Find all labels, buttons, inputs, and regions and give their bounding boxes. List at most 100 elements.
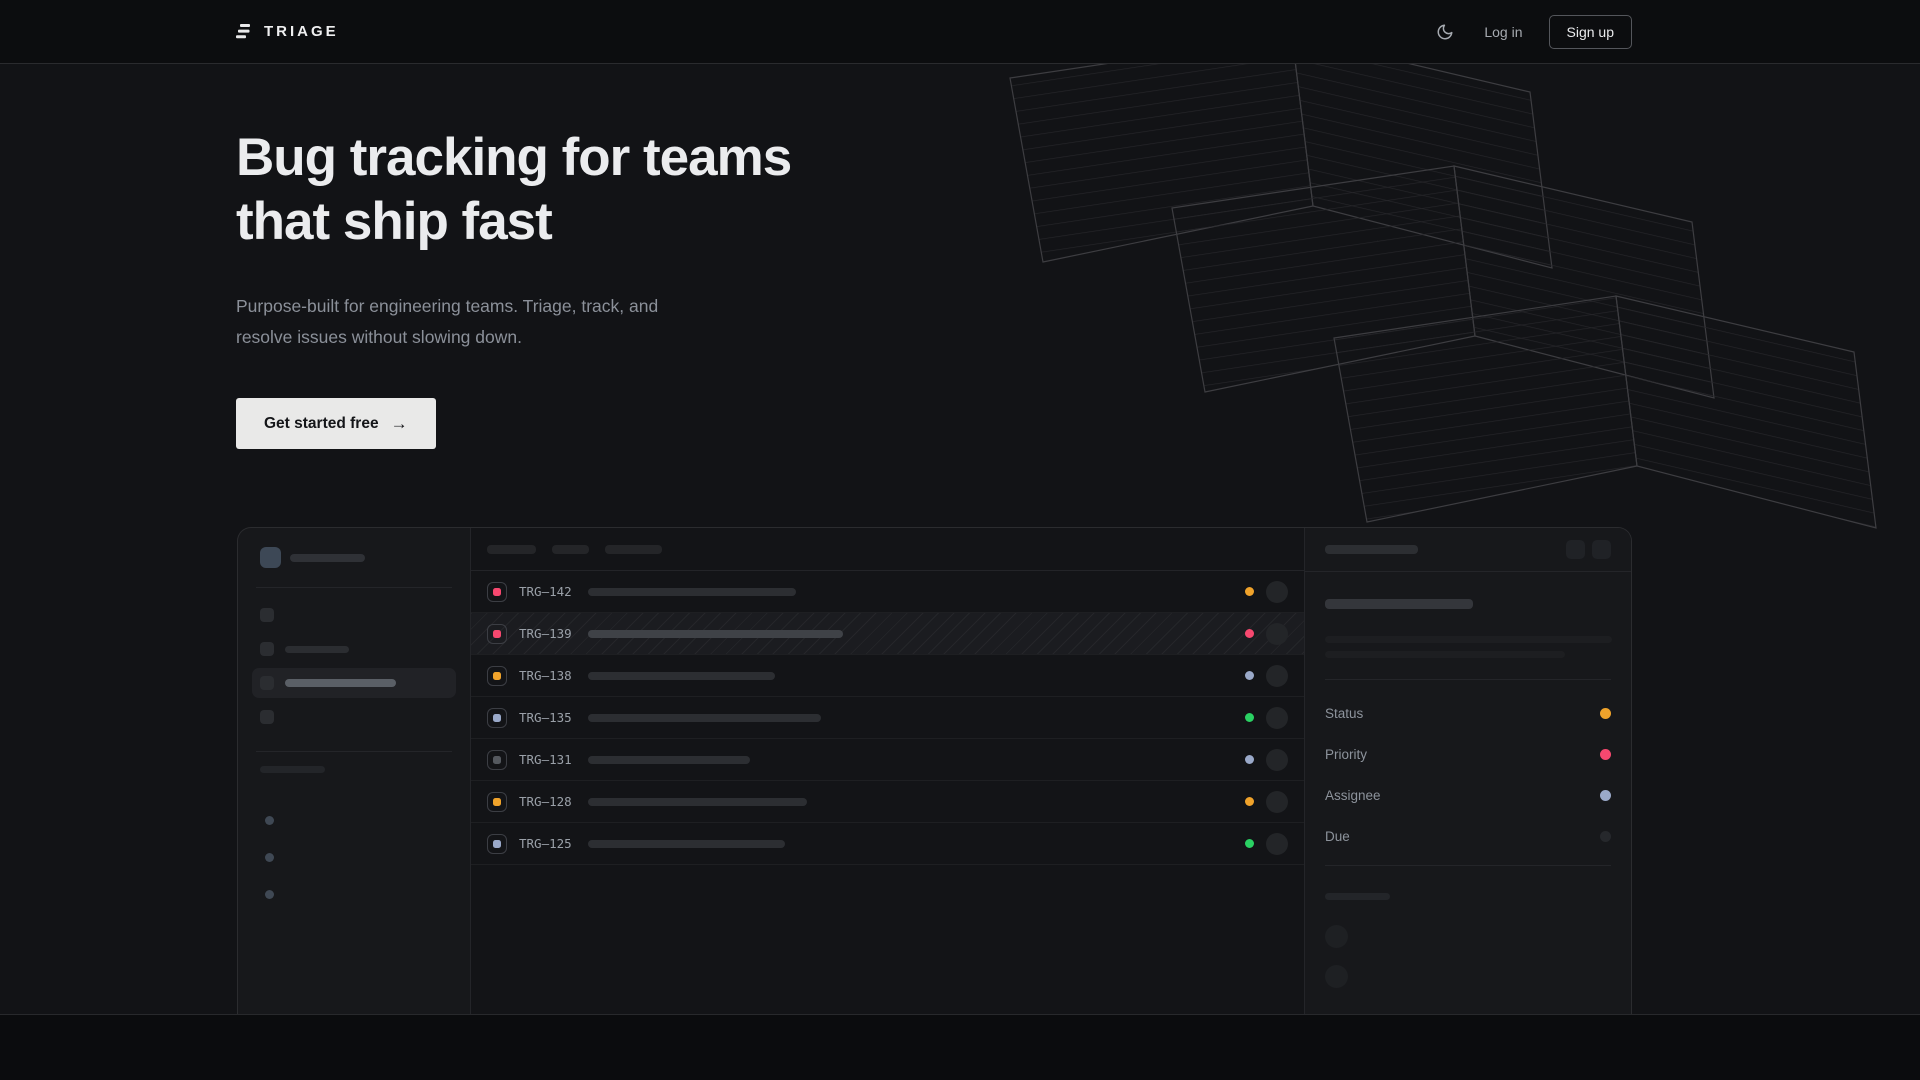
sidebar-nav-item-active [252, 668, 456, 698]
get-started-button[interactable]: Get started free → [236, 398, 436, 449]
status-dot [1245, 839, 1254, 848]
field-label: Priority [1325, 747, 1367, 762]
panel-header [1305, 528, 1631, 572]
issue-row: TRG–142 [471, 571, 1304, 613]
row-right [1245, 581, 1288, 603]
issue-id: TRG–138 [519, 668, 581, 683]
issue-title-placeholder [588, 798, 807, 806]
row-right [1245, 623, 1288, 645]
next-section [0, 1014, 1920, 1080]
issue-row-selected: TRG–139 [471, 613, 1304, 655]
issue-type-icon [487, 666, 507, 686]
description-line [1325, 651, 1565, 658]
issue-title-placeholder [1325, 599, 1473, 609]
divider [1325, 679, 1611, 680]
issue-list: TRG–142 TRG–139 TRG–138 TRG–135 TRG–131 TRG–1… [471, 528, 1305, 1015]
type-dot [493, 840, 501, 848]
issue-title-placeholder [588, 714, 821, 722]
nav-item-placeholder [285, 646, 349, 653]
issue-id: TRG–128 [519, 794, 581, 809]
type-dot [493, 672, 501, 680]
issue-type-icon [487, 708, 507, 728]
moon-icon [1436, 23, 1454, 41]
row-right [1245, 791, 1288, 813]
issue-type-icon [487, 582, 507, 602]
panel-title-placeholder [1325, 545, 1418, 554]
sidebar-dot [265, 890, 274, 899]
issue-type-icon [487, 624, 507, 644]
field-value-dot [1600, 708, 1611, 719]
issue-type-icon [487, 792, 507, 812]
section-label-placeholder [260, 766, 325, 773]
issue-title-placeholder [588, 840, 785, 848]
field-row-due: Due [1325, 829, 1611, 844]
tab-placeholder [487, 545, 536, 554]
avatar [1266, 749, 1288, 771]
top-nav: TRIAGE Log in Sign up [0, 0, 1920, 64]
brand-name: TRIAGE [264, 23, 339, 40]
tab-placeholder [605, 545, 662, 554]
issue-id: TRG–135 [519, 710, 581, 725]
app-mockup-card: TRG–142 TRG–139 TRG–138 TRG–135 TRG–131 TRG–1… [237, 527, 1632, 1015]
row-right [1245, 833, 1288, 855]
issue-title-placeholder [588, 672, 775, 680]
type-dot [493, 630, 501, 638]
issue-list-header [471, 528, 1304, 571]
issue-title-placeholder [588, 588, 796, 596]
status-dot [1245, 671, 1254, 680]
issue-title-placeholder [588, 630, 843, 638]
field-value-dot [1600, 831, 1611, 842]
triage-logo-icon [236, 24, 253, 39]
field-row-status: Status [1325, 706, 1611, 721]
issue-row: TRG–131 [471, 739, 1304, 781]
issue-id: TRG–142 [519, 584, 581, 599]
arrow-right-icon: → [391, 414, 408, 434]
row-right [1245, 749, 1288, 771]
panel-actions [1566, 540, 1611, 559]
theme-toggle-button[interactable] [1432, 19, 1458, 45]
status-dot [1245, 629, 1254, 638]
nav-item-icon [260, 608, 274, 622]
nav-item-placeholder [285, 679, 396, 687]
field-row-priority: Priority [1325, 747, 1611, 762]
status-dot [1245, 797, 1254, 806]
issue-row: TRG–135 [471, 697, 1304, 739]
nav-item-icon [260, 676, 274, 690]
title-line-1: Bug tracking for teams [236, 128, 791, 187]
workspace-row [260, 547, 448, 568]
sidebar-dot [265, 853, 274, 862]
sidebar-nav-item [252, 634, 456, 664]
signup-button[interactable]: Sign up [1549, 15, 1632, 49]
issue-id: TRG–125 [519, 836, 581, 851]
field-row-assignee: Assignee [1325, 788, 1611, 803]
subtitle-line-2: resolve issues without slowing down. [236, 327, 522, 347]
comment-avatar [1325, 925, 1348, 948]
panel-action-button [1566, 540, 1585, 559]
avatar [1266, 791, 1288, 813]
mockup-sidebar [238, 528, 471, 1015]
detail-panel: Status Priority Assignee Due [1305, 528, 1631, 1015]
row-right [1245, 665, 1288, 687]
avatar [1266, 581, 1288, 603]
subtitle-line-1: Purpose-built for engineering teams. Tri… [236, 296, 658, 316]
brand: TRIAGE [236, 23, 339, 40]
login-link[interactable]: Log in [1484, 24, 1522, 40]
nav-item-icon [260, 710, 274, 724]
issue-id: TRG–131 [519, 752, 581, 767]
issue-type-icon [487, 834, 507, 854]
cta-label: Get started free [264, 415, 379, 433]
hero-subtitle: Purpose-built for engineering teams. Tri… [236, 291, 658, 353]
page-title: Bug tracking for teamsthat ship fast [236, 126, 791, 254]
issue-rows: TRG–142 TRG–139 TRG–138 TRG–135 TRG–131 TRG–1… [471, 571, 1304, 865]
row-right [1245, 707, 1288, 729]
comment-avatar [1325, 965, 1348, 988]
avatar [1266, 707, 1288, 729]
divider [256, 751, 452, 752]
issue-type-icon [487, 750, 507, 770]
field-value-dot [1600, 790, 1611, 801]
sidebar-dot [265, 816, 274, 825]
avatar [1266, 665, 1288, 687]
status-dot [1245, 713, 1254, 722]
activity-label-placeholder [1325, 893, 1390, 900]
divider [1325, 865, 1611, 866]
